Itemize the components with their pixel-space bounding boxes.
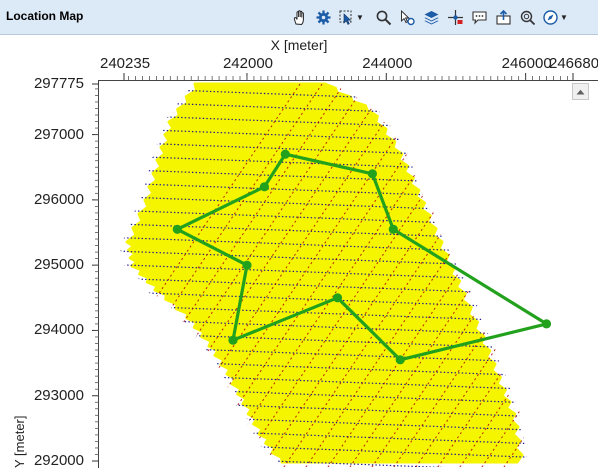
polygon-vertex[interactable] bbox=[332, 293, 343, 303]
source-line bbox=[568, 424, 598, 468]
source-line bbox=[502, 326, 598, 468]
y-axis-label: Y [meter] bbox=[12, 415, 27, 468]
location-map-window: Location Map ▼ ▼ X [meter] 240235 242000 24… bbox=[0, 0, 598, 468]
polygon-vertex[interactable] bbox=[228, 335, 238, 345]
polygon-vertex[interactable] bbox=[541, 319, 552, 329]
polygon-vertex[interactable] bbox=[388, 224, 398, 234]
polygon-vertex[interactable] bbox=[280, 149, 290, 159]
survey-map[interactable] bbox=[0, 0, 598, 468]
scroll-up-button[interactable] bbox=[572, 83, 589, 100]
polygon-vertex[interactable] bbox=[367, 169, 377, 179]
source-line bbox=[546, 391, 598, 468]
polygon-vertex[interactable] bbox=[259, 182, 269, 192]
polygon-vertex[interactable] bbox=[395, 355, 405, 365]
source-line bbox=[590, 457, 598, 468]
source-line bbox=[524, 359, 598, 468]
polygon-vertex[interactable] bbox=[172, 224, 182, 234]
plot-area-group bbox=[99, 82, 598, 468]
polygon-vertex[interactable] bbox=[242, 260, 252, 270]
